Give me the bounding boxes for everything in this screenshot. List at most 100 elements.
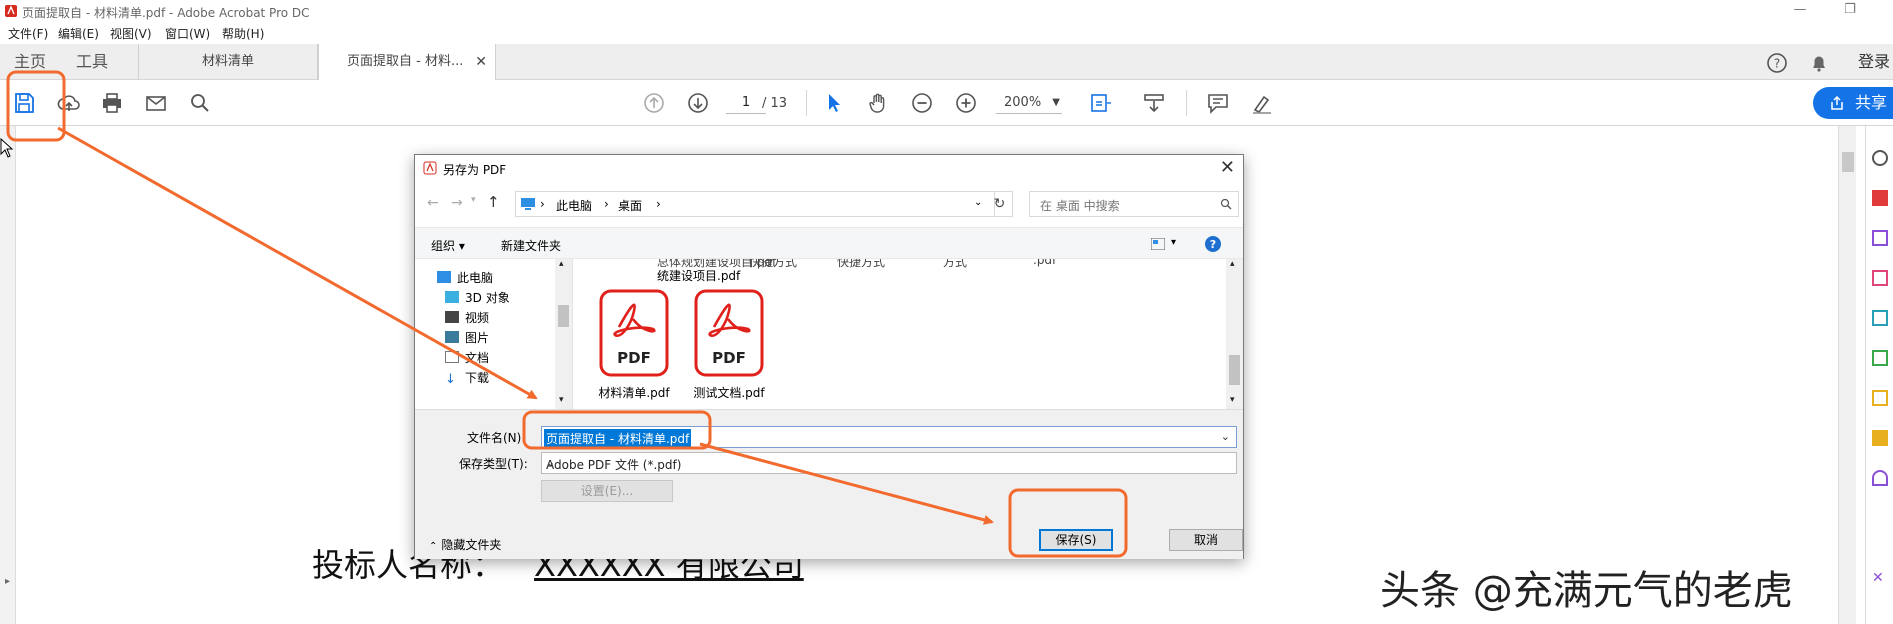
scroll-up-icon[interactable]: ▴ — [559, 259, 564, 269]
chevron-down-icon[interactable]: ▾ — [1171, 237, 1176, 248]
tab-label: 材料清单 — [201, 54, 254, 69]
export-pdf-icon[interactable] — [1872, 190, 1888, 206]
document-scrollbar[interactable] — [1838, 126, 1856, 624]
login-link[interactable]: 登录 — [1858, 44, 1890, 80]
help-icon[interactable]: ? — [1205, 236, 1221, 252]
scrollbar-thumb[interactable] — [1842, 152, 1854, 172]
fit-page-icon[interactable] — [1086, 89, 1114, 117]
hide-folders-toggle[interactable]: ⌃ 隐藏文件夹 — [429, 536, 501, 553]
menu-help[interactable]: 帮助(H) — [222, 25, 264, 42]
history-dropdown-icon[interactable]: ▾ — [471, 195, 476, 205]
file-name-partial[interactable]: 统建设项目.pdf — [657, 267, 740, 284]
breadcrumb-desktop[interactable]: 桌面 — [618, 197, 642, 214]
nav-item-pc[interactable]: 此电脑 — [437, 269, 493, 286]
organize-menu[interactable]: 组织 ▾ — [431, 237, 465, 254]
tab-home[interactable]: 主页 — [14, 44, 46, 80]
next-page-icon[interactable] — [684, 89, 712, 117]
zoom-select[interactable]: 200% ▼ — [996, 92, 1062, 114]
page-number-input[interactable]: 1 — [726, 92, 766, 114]
stamp-icon[interactable] — [1872, 430, 1888, 446]
nav-item-pictures[interactable]: 图片 — [445, 329, 489, 346]
select-tool-icon[interactable] — [820, 89, 848, 117]
help-icon[interactable]: ? — [1766, 52, 1788, 74]
view-options-icon[interactable] — [1151, 238, 1165, 250]
highlight-pen-icon[interactable] — [1248, 89, 1276, 117]
filename-input[interactable]: 页面提取自 - 材料清单.pdf ⌄ — [541, 426, 1237, 448]
hand-tool-icon[interactable] — [864, 89, 892, 117]
restore-button[interactable]: ❐ — [1835, 2, 1865, 20]
file-name-partial[interactable]: 快捷方式 — [749, 259, 797, 270]
more-tools-icon[interactable]: ✕ — [1872, 570, 1888, 586]
refresh-icon[interactable]: ↻ — [987, 191, 1013, 217]
computer-icon — [521, 198, 535, 210]
zoom-in-icon[interactable] — [952, 89, 980, 117]
save-icon[interactable] — [10, 89, 38, 117]
save-button[interactable]: 保存(S) — [1039, 529, 1113, 551]
scroll-mode-icon[interactable] — [1140, 89, 1168, 117]
email-icon[interactable] — [142, 89, 170, 117]
menu-file[interactable]: 文件(F) — [8, 25, 48, 42]
menu-window[interactable]: 窗口(W) — [165, 25, 210, 42]
back-arrow-icon[interactable]: ← — [427, 195, 439, 211]
combine-icon[interactable] — [1872, 310, 1888, 326]
file-name-partial[interactable]: .pdf — [1033, 259, 1056, 267]
chevron-down-icon[interactable]: ⌄ — [1221, 430, 1230, 443]
create-pdf-icon[interactable] — [1872, 270, 1888, 286]
previous-page-icon[interactable] — [640, 89, 668, 117]
search-icon[interactable] — [186, 89, 214, 117]
pdf-file-icon: PDF — [599, 289, 669, 377]
zoom-out-icon[interactable] — [908, 89, 936, 117]
comment-tool-icon[interactable] — [1872, 390, 1888, 406]
settings-button[interactable]: 设置(E)... — [541, 480, 673, 502]
file-name-partial[interactable]: 方式 — [943, 259, 967, 270]
scroll-down-icon[interactable]: ▾ — [559, 395, 564, 405]
nav-item-3d-objects[interactable]: 3D 对象 — [445, 289, 510, 306]
search-placeholder: 在 桌面 中搜索 — [1040, 199, 1120, 213]
chevron-down-icon[interactable]: ⌄ — [974, 197, 982, 208]
search-input[interactable]: 在 桌面 中搜索 — [1029, 191, 1239, 217]
window-title: 页面提取自 - 材料清单.pdf - Adobe Acrobat Pro DC — [22, 6, 310, 20]
forward-arrow-icon[interactable]: → — [451, 195, 463, 211]
nav-item-documents[interactable]: 文档 — [445, 349, 489, 366]
share-button[interactable]: 共享 — [1813, 87, 1893, 119]
pdf-label: PDF — [617, 349, 651, 367]
close-icon[interactable]: ✕ — [1220, 157, 1235, 178]
file-item[interactable]: PDF 材料清单.pdf — [595, 289, 673, 401]
new-folder-button[interactable]: 新建文件夹 — [501, 237, 561, 254]
nav-item-downloads[interactable]: ↓ 下载 — [445, 369, 489, 388]
file-item[interactable]: PDF 测试文档.pdf — [687, 289, 771, 401]
address-bar[interactable]: › 此电脑 › 桌面 › ⌄ — [515, 191, 995, 217]
pdf-label: PDF — [712, 349, 746, 367]
organize-pages-icon[interactable] — [1872, 350, 1888, 366]
scrollbar-thumb[interactable] — [558, 305, 569, 327]
fill-sign-icon[interactable] — [1872, 470, 1888, 486]
menu-edit[interactable]: 编辑(E) — [58, 25, 99, 42]
up-arrow-icon[interactable]: ↑ — [487, 193, 500, 211]
breadcrumb-pc[interactable]: 此电脑 — [556, 197, 592, 214]
pane-toggle-icon[interactable] — [1872, 150, 1888, 166]
scrollbar-thumb[interactable] — [1229, 355, 1240, 385]
tab-tools[interactable]: 工具 — [76, 44, 108, 80]
nav-item-label: 视频 — [465, 311, 490, 325]
cancel-button[interactable]: 取消 — [1169, 529, 1243, 551]
comment-icon[interactable] — [1204, 89, 1232, 117]
left-panel-toggle[interactable]: ▸ — [0, 126, 16, 624]
toolbar-divider — [1186, 90, 1187, 116]
file-list-scrollbar[interactable]: ▴ ▾ — [1226, 259, 1243, 409]
scroll-down-icon[interactable]: ▾ — [1230, 395, 1235, 405]
edit-pdf-icon[interactable] — [1872, 230, 1888, 246]
minimize-button[interactable]: — — [1785, 2, 1815, 20]
tab-document-materials[interactable]: 材料清单 — [138, 44, 318, 80]
nav-item-videos[interactable]: 视频 — [445, 309, 489, 326]
cloud-upload-icon[interactable] — [55, 89, 83, 117]
file-name-partial[interactable]: 快捷方式 — [837, 259, 885, 270]
mouse-cursor-icon — [0, 138, 14, 158]
scroll-up-icon[interactable]: ▴ — [1230, 259, 1235, 269]
navigation-scrollbar[interactable]: ▴ ▾ — [555, 259, 572, 409]
tab-document-extracted[interactable]: 页面提取自 - 材料... ✕ — [318, 44, 496, 81]
filetype-select[interactable]: Adobe PDF 文件 (*.pdf) ⌄ — [541, 452, 1237, 474]
close-tab-icon[interactable]: ✕ — [475, 44, 487, 80]
menu-view[interactable]: 视图(V) — [110, 25, 152, 42]
print-icon[interactable] — [98, 89, 126, 117]
bell-icon[interactable] — [1808, 52, 1830, 74]
